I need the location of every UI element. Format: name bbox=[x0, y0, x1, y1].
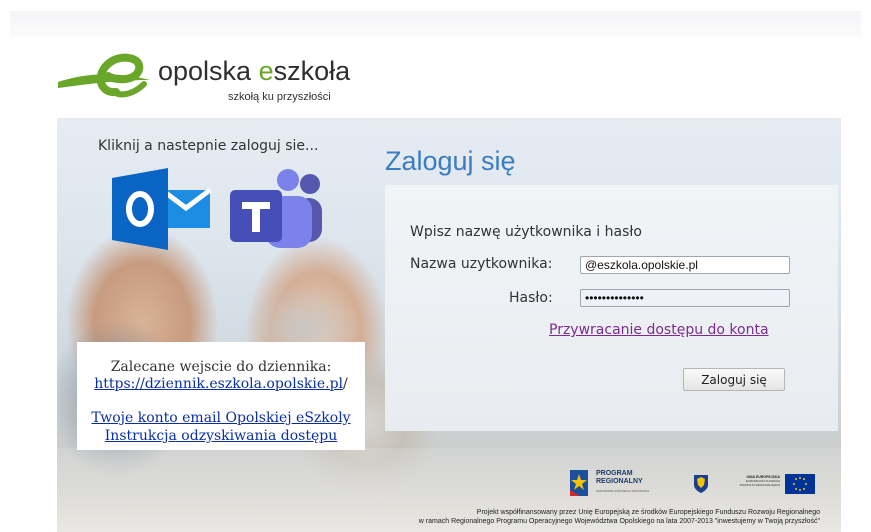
note-text: Zalecane wejscie do dziennika: bbox=[110, 359, 332, 375]
username-input[interactable] bbox=[580, 256, 790, 274]
footer-line2: w ramach Regionalnego Programu Operacyjn… bbox=[418, 518, 820, 525]
login-form-box bbox=[385, 185, 838, 431]
brand-name: opolska eszkoła bbox=[158, 56, 351, 86]
program-logo-line3: NARODOWA STRATEGIA SPÓJNOŚCI bbox=[596, 489, 650, 493]
program-star-icon bbox=[570, 470, 588, 496]
outlook-icon bbox=[112, 168, 212, 250]
diary-info-box: Zalecane wejscie do dziennika: https://d… bbox=[77, 342, 365, 450]
email-account-link[interactable]: Twoje konto email Opolskiej eSzkoly bbox=[77, 410, 365, 426]
teams-app-link[interactable] bbox=[230, 168, 330, 250]
recover-access-link[interactable]: Przywracanie dostępu do konta bbox=[549, 322, 769, 338]
username-label: Nazwa uzytkownika: bbox=[410, 256, 553, 272]
brand-logo[interactable]: opolska eszkoła szkołą ku przyszłości bbox=[58, 50, 378, 110]
diary-link-suffix: / bbox=[343, 376, 348, 392]
left-hint-text: Kliknij a nastepnie zaloguj sie... bbox=[98, 138, 319, 154]
login-instruction: Wpisz nazwę użytkownika i hasło bbox=[410, 224, 642, 240]
eu-flag-icon bbox=[785, 474, 815, 494]
eu-logo-line3: ROZWOJU REGIONALNEGO bbox=[739, 483, 780, 487]
diary-link-line: https://dziennik.eszkola.opolskie.pl/ bbox=[77, 376, 365, 392]
diary-link[interactable]: https://dziennik.eszkola.opolskie.pl bbox=[94, 376, 343, 392]
login-button[interactable]: Zaloguj się bbox=[683, 368, 785, 391]
brand-tagline: szkołą ku przyszłości bbox=[228, 91, 331, 103]
eszkola-logo-icon bbox=[58, 53, 150, 98]
program-logo-line2: REGIONALNY bbox=[596, 478, 643, 485]
regional-program-logo: PROGRAM REGIONALNY NARODOWA STRATEGIA SP… bbox=[568, 468, 686, 500]
access-recovery-instruction-link[interactable]: Instrukcja odzyskiwania dostępu bbox=[77, 428, 365, 444]
program-logo-line1: PROGRAM bbox=[596, 470, 633, 477]
teams-icon bbox=[230, 169, 322, 248]
password-label: Hasło: bbox=[509, 290, 553, 306]
opolskie-coat-of-arms-icon bbox=[694, 475, 708, 493]
top-band bbox=[10, 11, 861, 37]
outlook-app-link[interactable] bbox=[112, 168, 212, 250]
eu-text-logo: UNIA EUROPEJSKA EUROPEJSKI FUNDUSZ ROZWO… bbox=[730, 475, 780, 495]
login-title: Zaloguj się bbox=[385, 146, 516, 176]
password-input[interactable] bbox=[580, 289, 790, 307]
footer-line1: Projekt współfinansowany przez Unię Euro… bbox=[476, 509, 820, 516]
